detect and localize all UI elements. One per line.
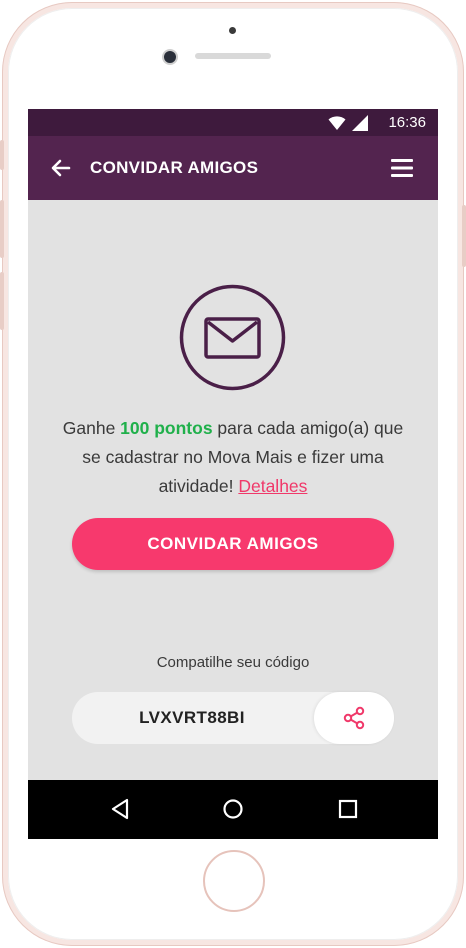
nav-recents-icon[interactable] [338, 798, 358, 820]
status-time: 16:36 [388, 114, 426, 131]
invite-promo-text: Ganhe 100 pontos para cada amigo(a) que … [52, 414, 414, 501]
promo-text-before: Ganhe [62, 418, 121, 438]
referral-code-box: LVXVRT88BI [72, 692, 394, 744]
referral-code: LVXVRT88BI [139, 708, 245, 727]
share-button[interactable] [314, 692, 394, 744]
phone-side-button-power [462, 205, 466, 267]
phone-side-button-volume-down [0, 272, 4, 330]
home-button[interactable] [203, 850, 265, 912]
hamburger-menu-icon[interactable] [389, 155, 415, 181]
envelope-icon [179, 284, 286, 391]
front-camera [164, 51, 176, 63]
share-code-label: Compatilhe seu código [156, 654, 310, 671]
invite-friends-button[interactable]: CONVIDAR AMIGOS [72, 518, 394, 570]
share-icon [343, 706, 365, 730]
android-nav-bar [28, 780, 438, 839]
back-arrow-icon[interactable] [48, 155, 74, 181]
points-highlight: 100 pontos [120, 418, 213, 438]
app-screen: 16:36 CONVIDAR AMIGOS Ganhe 100 pontos p… [28, 109, 438, 839]
details-link[interactable]: Detalhes [238, 476, 307, 496]
phone-side-button-mute [0, 140, 4, 170]
status-bar: 16:36 [28, 109, 438, 136]
nav-home-icon[interactable] [222, 798, 244, 820]
proximity-sensor [229, 27, 236, 34]
app-bar: CONVIDAR AMIGOS [28, 136, 438, 200]
page-title: CONVIDAR AMIGOS [90, 158, 259, 177]
wifi-icon [328, 116, 346, 130]
signal-icon [352, 115, 368, 131]
earpiece-speaker [195, 53, 271, 59]
nav-back-icon[interactable] [110, 798, 130, 820]
phone-side-button-volume-up [0, 200, 4, 258]
